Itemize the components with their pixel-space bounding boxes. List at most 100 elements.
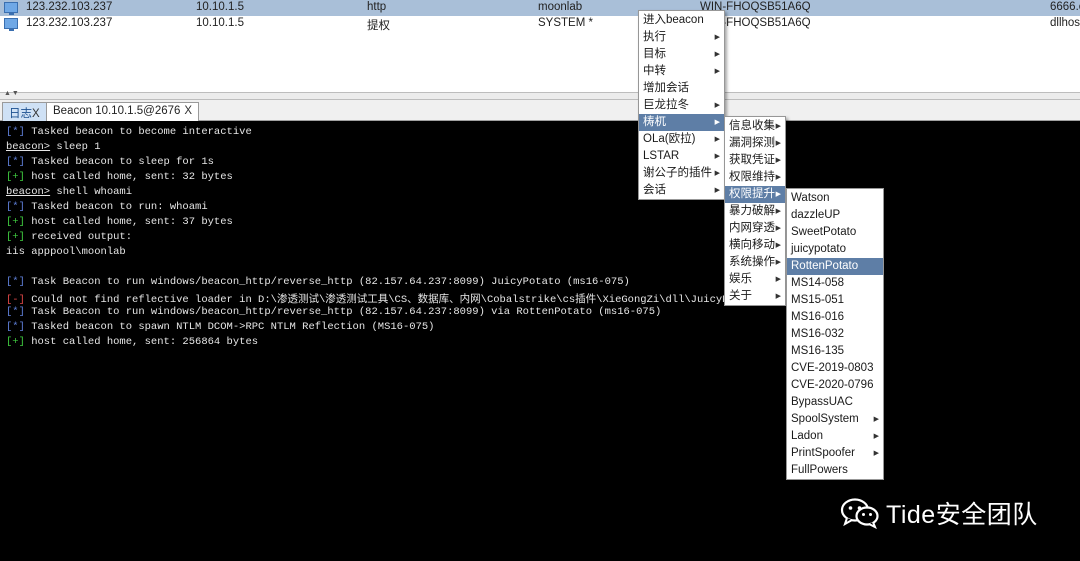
- external-ip: 123.232.103.237: [26, 1, 113, 13]
- privesc-menu-label: MS16-016: [791, 311, 845, 323]
- context-menu-item[interactable]: LSTAR ▶: [639, 148, 724, 165]
- context-menu-item[interactable]: OLa(欧拉) ▶: [639, 131, 724, 148]
- context-menu-label: 梼杌: [643, 116, 666, 128]
- submenu-arrow-icon: ▶: [873, 450, 879, 457]
- taowu-menu-label: 获取凭证: [729, 154, 775, 166]
- context-menu-item[interactable]: 梼杌 ▶: [639, 114, 724, 131]
- console-line: [*] Tasked beacon to sleep for 1s: [6, 156, 214, 171]
- taowu-menu-label: 关于: [729, 290, 752, 302]
- session-row[interactable]: 123.232.103.237 10.10.1.5 提权 SYSTEM * WI…: [0, 16, 1080, 32]
- privesc-submenu: Watson dazzleUP SweetPotato juicypotato Rott…: [786, 188, 884, 480]
- tab-close-icon[interactable]: X: [32, 108, 40, 120]
- submenu-arrow-icon: ▶: [714, 34, 720, 41]
- context-menu-item[interactable]: 巨龙拉冬 ▶: [639, 97, 724, 114]
- context-menu-label: 进入beacon: [643, 14, 704, 26]
- privesc-menu-item[interactable]: FullPowers: [787, 462, 883, 479]
- taowu-menu-item[interactable]: 娱乐 ▶: [725, 271, 785, 288]
- pane-splitter[interactable]: ▲▼: [0, 90, 1080, 100]
- privesc-menu-label: FullPowers: [791, 464, 848, 476]
- taowu-menu-item[interactable]: 系统操作 ▶: [725, 254, 785, 271]
- console-line: [+] host called home, sent: 32 bytes: [6, 171, 233, 186]
- taowu-menu-item[interactable]: 横向移动 ▶: [725, 237, 785, 254]
- taowu-menu-label: 权限维持: [729, 171, 775, 183]
- taowu-menu-item[interactable]: 权限提升 ▶: [725, 186, 785, 203]
- context-menu-label: OLa(欧拉): [643, 133, 696, 145]
- privesc-menu-item[interactable]: MS16-016: [787, 309, 883, 326]
- privesc-menu-label: SpoolSystem: [791, 413, 859, 425]
- console-text: Could not find reflective loader in D:\渗…: [24, 294, 735, 306]
- privesc-menu-item[interactable]: MS15-051: [787, 292, 883, 309]
- privesc-menu-label: MS14-058: [791, 277, 845, 289]
- taowu-menu-item[interactable]: 权限维持 ▶: [725, 169, 785, 186]
- submenu-arrow-icon: ▶: [714, 153, 720, 160]
- privesc-menu-item[interactable]: Ladon ▶: [787, 428, 883, 445]
- console-text: host called home, sent: 256864 bytes: [24, 336, 259, 348]
- context-menu-item[interactable]: 执行 ▶: [639, 29, 724, 46]
- context-menu-label: 增加会话: [643, 82, 689, 94]
- privesc-menu-label: MS16-135: [791, 345, 845, 357]
- privesc-menu-item[interactable]: Watson: [787, 190, 883, 207]
- internal-ip: 10.10.1.5: [196, 17, 244, 29]
- privesc-menu-item[interactable]: SpoolSystem ▶: [787, 411, 883, 428]
- privesc-menu-item[interactable]: juicypotato: [787, 241, 883, 258]
- session-row[interactable]: 123.232.103.237 10.10.1.5 http moonlab W…: [0, 0, 1080, 16]
- submenu-arrow-icon: ▶: [775, 174, 781, 181]
- console-text: iis apppool\moonlab: [6, 246, 126, 258]
- submenu-arrow-icon: ▶: [775, 242, 781, 249]
- privesc-menu-item[interactable]: BypassUAC: [787, 394, 883, 411]
- privesc-menu-item[interactable]: dazzleUP: [787, 207, 883, 224]
- tab-close-icon[interactable]: X: [184, 105, 192, 117]
- taowu-menu-item[interactable]: 内网穿透 ▶: [725, 220, 785, 237]
- taowu-menu-label: 权限提升: [729, 188, 775, 200]
- context-menu-label: LSTAR: [643, 150, 680, 162]
- console-text: host called home, sent: 37 bytes: [24, 216, 233, 228]
- taowu-menu-item[interactable]: 信息收集 ▶: [725, 118, 785, 135]
- privesc-menu-item[interactable]: MS14-058: [787, 275, 883, 292]
- context-menu-item[interactable]: 增加会话: [639, 80, 724, 97]
- submenu-arrow-icon: ▶: [775, 259, 781, 266]
- context-menu-item[interactable]: 会话 ▶: [639, 182, 724, 199]
- console-prefix: [+]: [6, 171, 25, 183]
- taowu-menu-label: 系统操作: [729, 256, 775, 268]
- submenu-arrow-icon: ▶: [873, 433, 879, 440]
- privesc-menu-item[interactable]: MS16-135: [787, 343, 883, 360]
- console-text: sleep 1: [50, 141, 101, 153]
- context-menu-item[interactable]: 进入beacon: [639, 12, 724, 29]
- taowu-menu-label: 横向移动: [729, 239, 775, 251]
- split-arrows-icon[interactable]: ▲▼: [4, 90, 20, 97]
- process: dllhos: [1050, 17, 1080, 29]
- console-line: iis apppool\moonlab: [6, 246, 126, 261]
- console-line: [-] Could not find reflective loader in …: [6, 291, 735, 306]
- console-line: beacon> shell whoami: [6, 186, 132, 201]
- console-prefix: [*]: [6, 126, 25, 138]
- console-text: Tasked beacon to spawn NTLM DCOM->RPC NT…: [24, 321, 435, 333]
- privesc-menu-item[interactable]: CVE-2019-0803: [787, 360, 883, 377]
- console-prefix: beacon>: [6, 186, 51, 198]
- privesc-menu-item[interactable]: MS16-032: [787, 326, 883, 343]
- privesc-menu-label: PrintSpoofer: [791, 447, 855, 459]
- console-prefix: [*]: [6, 156, 25, 168]
- console-line: [+] received output:: [6, 231, 132, 246]
- console-text: Tasked beacon to run: whoami: [24, 201, 208, 213]
- privesc-menu-item[interactable]: RottenPotato: [787, 258, 883, 275]
- context-menu-label: 目标: [643, 48, 666, 60]
- context-menu-item[interactable]: 中转 ▶: [639, 63, 724, 80]
- session-context-menu: 进入beacon 执行 ▶ 目标 ▶ 中转 ▶ 增加会话 巨龙拉冬 ▶ 梼杌 ▶ OLa(欧拉) ▶ LST…: [638, 10, 725, 200]
- taowu-menu-item[interactable]: 获取凭证 ▶: [725, 152, 785, 169]
- privesc-menu-item[interactable]: CVE-2020-0796: [787, 377, 883, 394]
- submenu-arrow-icon: ▶: [775, 293, 781, 300]
- context-menu-item[interactable]: 谢公子的插件 ▶: [639, 165, 724, 182]
- taowu-menu-item[interactable]: 关于 ▶: [725, 288, 785, 305]
- privesc-menu-item[interactable]: SweetPotato: [787, 224, 883, 241]
- tab-beacon[interactable]: Beacon 10.10.1.5@2676 X: [46, 102, 200, 121]
- tab-log[interactable]: 日志X: [2, 102, 47, 121]
- submenu-arrow-icon: ▶: [714, 119, 720, 126]
- tab-label: Beacon 10.10.1.5@2676: [53, 105, 181, 117]
- submenu-arrow-icon: ▶: [714, 102, 720, 109]
- taowu-menu-label: 漏洞探测: [729, 137, 775, 149]
- taowu-menu-item[interactable]: 漏洞探测 ▶: [725, 135, 785, 152]
- context-menu-item[interactable]: 目标 ▶: [639, 46, 724, 63]
- submenu-arrow-icon: ▶: [714, 136, 720, 143]
- privesc-menu-item[interactable]: PrintSpoofer ▶: [787, 445, 883, 462]
- taowu-menu-item[interactable]: 暴力破解 ▶: [725, 203, 785, 220]
